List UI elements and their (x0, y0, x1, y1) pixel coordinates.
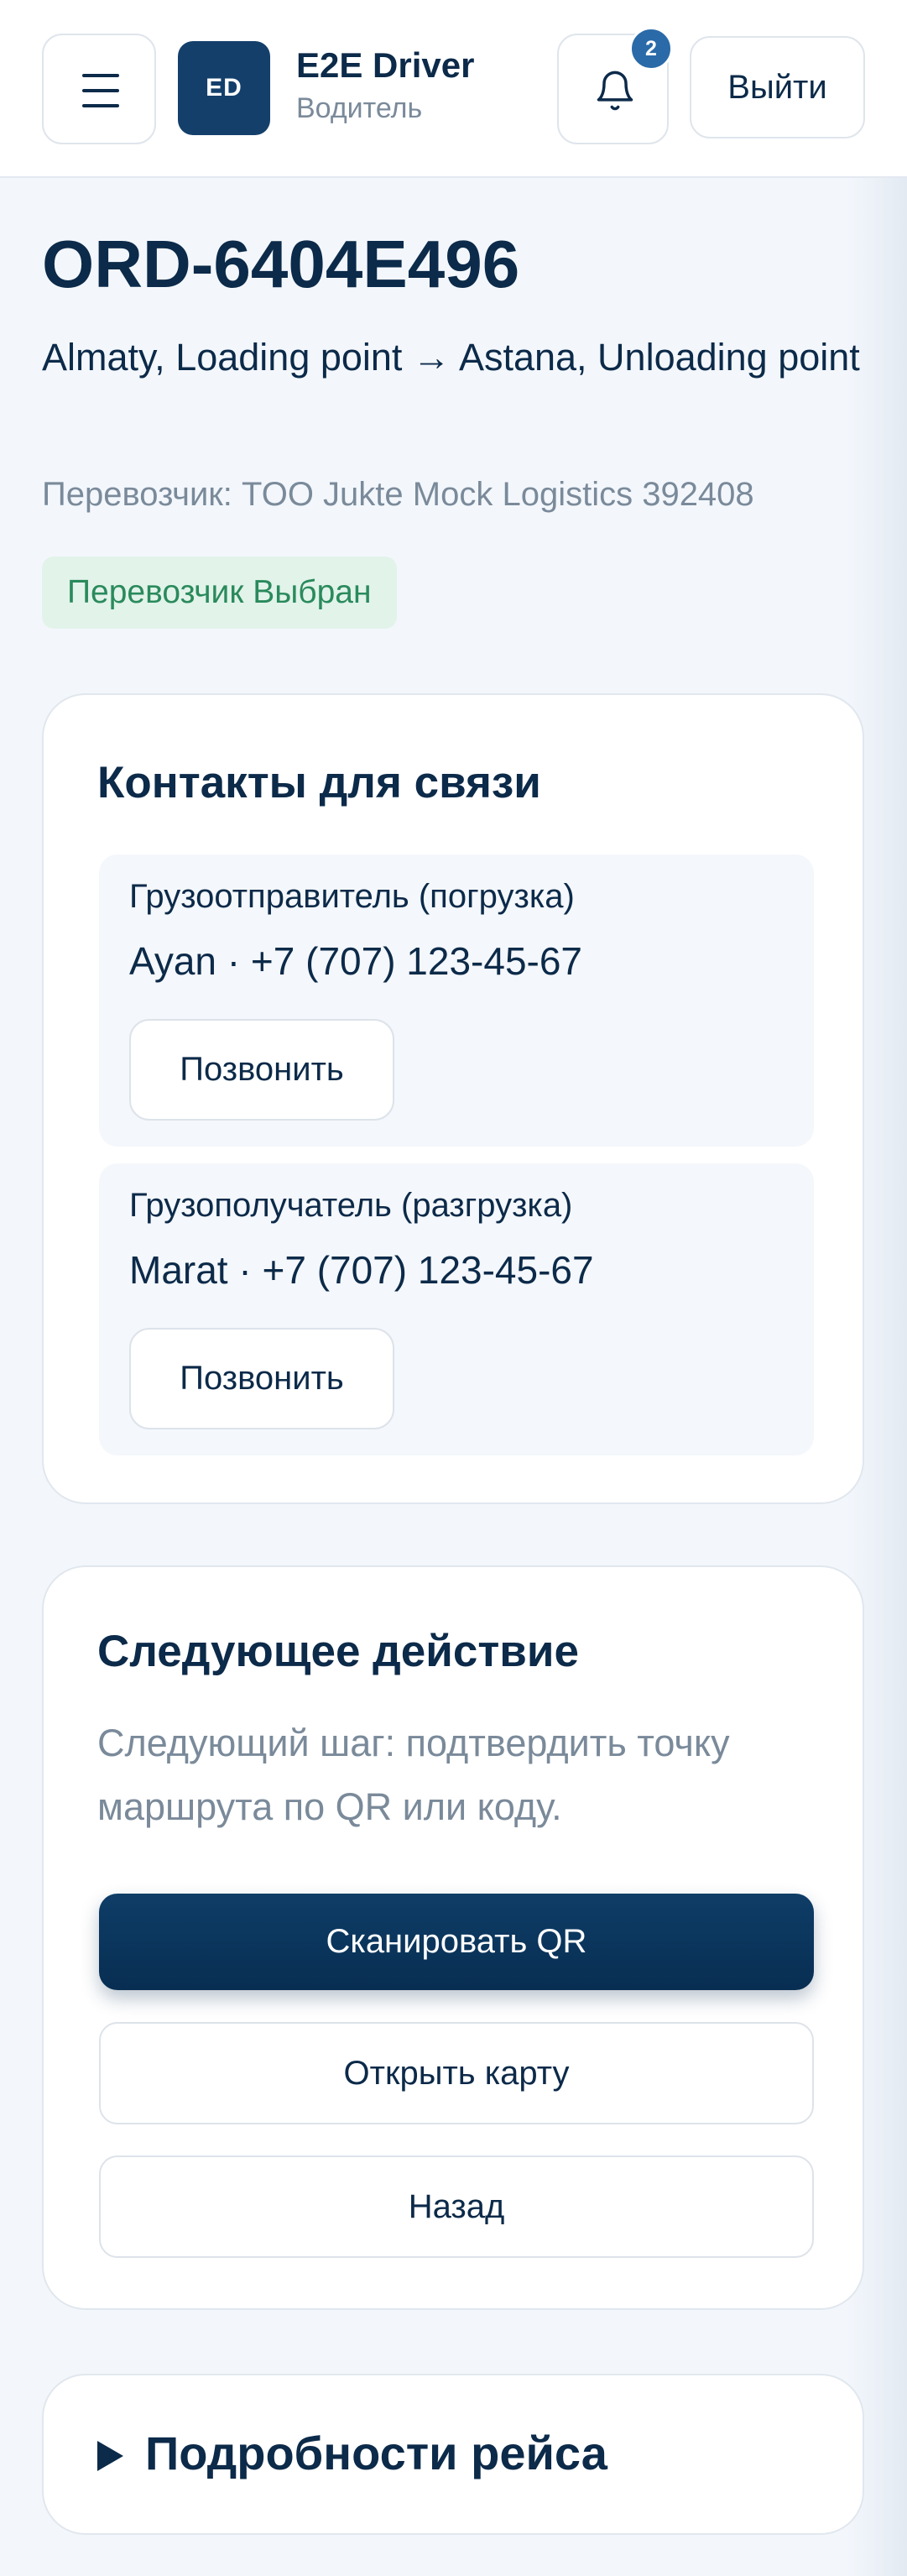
trip-details-title: Подробности рейса (145, 2427, 607, 2479)
call-consignee-button[interactable]: Позвонить (129, 1328, 394, 1429)
order-route: Almaty, Loading point → Astana, Unloadin… (42, 336, 860, 379)
scan-qr-button[interactable]: Сканировать QR (99, 1894, 814, 1990)
contacts-title: Контакты для связи (97, 758, 541, 807)
status-badge: Перевозчик Выбран (42, 556, 397, 629)
order-id: ORD-6404E496 (42, 227, 520, 301)
contact-consignee-phone: Marat · +7 (707) 123-45-67 (129, 1248, 594, 1292)
bell-icon (597, 71, 633, 111)
app-name: E2E Driver (296, 45, 475, 85)
avatar: ED (178, 41, 270, 135)
next-action-description: Следующий шаг: подтвердить точку маршрут… (97, 1722, 730, 1828)
contact-shipper-phone: Ayan · +7 (707) 123-45-67 (129, 939, 583, 983)
next-action-title: Следующее действие (97, 1627, 579, 1676)
contact-shipper-label: Грузоотправитель (погрузка) (129, 878, 575, 915)
expand-triangle-icon (97, 2441, 123, 2471)
app-header: ED E2E Driver Водитель 2 Выйти (0, 0, 907, 178)
logout-button[interactable]: Выйти (690, 36, 865, 138)
notification-count-badge: 2 (629, 27, 673, 71)
user-role: Водитель (296, 92, 423, 124)
next-action-card: Следующее действие Следующий шаг: подтве… (42, 1565, 864, 2310)
contact-consignee-label: Грузополучатель (разгрузка) (129, 1187, 573, 1224)
carrier-name: Перевозчик: TOO Jukte Mock Logistics 392… (42, 476, 754, 513)
back-button[interactable]: Назад (99, 2155, 814, 2258)
open-map-button[interactable]: Открыть карту (99, 2022, 814, 2124)
menu-button[interactable] (42, 34, 156, 144)
call-shipper-button[interactable]: Позвонить (129, 1019, 394, 1121)
contact-shipper: Грузоотправитель (погрузка) Ayan · +7 (7… (99, 854, 814, 1147)
trip-details-card[interactable]: Подробности рейса (42, 2374, 864, 2535)
contact-consignee: Грузополучатель (разгрузка) Marat · +7 (… (99, 1163, 814, 1455)
contacts-card: Контакты для связи Грузоотправитель (пог… (42, 693, 864, 1504)
